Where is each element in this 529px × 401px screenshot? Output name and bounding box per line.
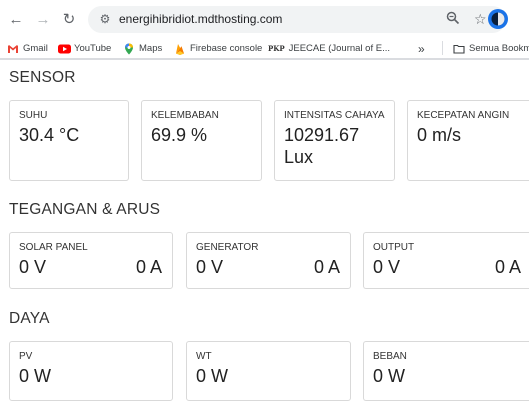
bookmark-label: Maps <box>139 43 163 54</box>
url-text[interactable]: energihibridiot.mdthosting.com <box>119 12 282 26</box>
profile-avatar-icon[interactable] <box>487 8 509 30</box>
bookmark-label: Firebase console <box>190 43 263 54</box>
card-label: BEBAN <box>373 351 407 362</box>
sensor-card-suhu: SUHU 30.4 °C <box>9 100 129 181</box>
bookmark-maps[interactable]: Maps <box>123 41 162 56</box>
card-voltage: 0 V <box>196 257 224 277</box>
back-arrow-icon[interactable]: ← <box>6 9 26 29</box>
card-label: SUHU <box>19 110 48 121</box>
card-value: 0 W <box>196 366 229 386</box>
card-label: INTENSITAS CAHAYA <box>284 110 385 121</box>
bookmark-youtube[interactable]: YouTube <box>58 41 111 56</box>
section-title-sensor: SENSOR <box>9 69 76 86</box>
section-title-daya: DAYA <box>9 310 50 327</box>
section-title-tegangan-arus: TEGANGAN & ARUS <box>9 201 161 218</box>
bookmark-label: YouTube <box>74 43 112 54</box>
card-label: KELEMBABAN <box>151 110 219 121</box>
daya-card-beban: BEBAN 0 W <box>363 341 529 401</box>
card-value: 0 W <box>373 366 406 386</box>
card-label: KECEPATAN ANGIN <box>417 110 510 121</box>
bookmark-star-icon[interactable]: ☆ <box>474 11 487 27</box>
tegangan-card-generator: GENERATOR 0 V 0 A <box>186 232 351 289</box>
daya-card-wt: WT 0 W <box>186 341 351 401</box>
bookmark-gmail[interactable]: Gmail <box>7 41 48 56</box>
sensor-card-intensitas-cahaya: INTENSITAS CAHAYA 10291.67 Lux <box>274 100 395 181</box>
card-value: 0 W <box>19 366 52 386</box>
browser-toolbar: ← → ↻ ⚙ energihibridiot.mdthosting.com ☆ <box>0 0 529 38</box>
daya-card-pv: PV 0 W <box>9 341 173 401</box>
gmail-icon <box>7 43 19 55</box>
reload-icon[interactable]: ↻ <box>59 9 79 29</box>
card-label: SOLAR PANEL <box>19 242 88 253</box>
forward-arrow-icon[interactable]: → <box>33 9 53 29</box>
card-label: OUTPUT <box>373 242 415 253</box>
bookmark-jeecae[interactable]: PKP JEECAE (Journal of E... <box>268 41 390 56</box>
card-value-line1: 10291.67 <box>284 125 360 145</box>
card-value: 30.4 °C <box>19 125 80 145</box>
sensor-card-kelembaban: KELEMBABAN 69.9 % <box>141 100 262 181</box>
maps-icon <box>123 43 135 55</box>
bookmarks-overflow-button[interactable]: » <box>418 41 425 56</box>
firebase-icon <box>174 43 186 55</box>
address-bar[interactable]: ⚙ energihibridiot.mdthosting.com ☆ <box>88 6 506 33</box>
card-current: 0 A <box>135 257 162 277</box>
card-voltage: 0 V <box>19 257 47 277</box>
bookmarks-bar: Gmail YouTube Maps Firebase console PKP … <box>0 38 529 60</box>
card-label: WT <box>196 351 212 362</box>
pkp-icon: PKP <box>268 44 285 53</box>
card-current: 0 A <box>313 257 340 277</box>
card-label: PV <box>19 351 33 362</box>
tegangan-card-solar-panel: SOLAR PANEL 0 V 0 A <box>9 232 173 289</box>
bookmark-label: Gmail <box>23 43 48 54</box>
youtube-icon <box>58 43 71 55</box>
bookmarks-divider <box>442 41 443 55</box>
card-value: 0 m/s <box>417 125 462 145</box>
site-settings-icon[interactable]: ⚙ <box>98 12 112 26</box>
tegangan-card-output: OUTPUT 0 V 0 A <box>363 232 529 289</box>
bookmark-firebase[interactable]: Firebase console <box>174 41 262 56</box>
card-current: 0 A <box>494 257 521 277</box>
card-value-line2: Lux <box>284 147 314 167</box>
bookmark-label: Semua Bookm <box>469 43 529 54</box>
card-label: GENERATOR <box>196 242 259 253</box>
card-voltage: 0 V <box>373 257 401 277</box>
folder-icon <box>453 43 465 55</box>
zoom-icon[interactable] <box>446 11 460 28</box>
bookmark-all-bookmarks[interactable]: Semua Bookm <box>453 41 529 56</box>
bookmark-label: JEECAE (Journal of E... <box>288 43 390 54</box>
sensor-card-kecepatan-angin: KECEPATAN ANGIN 0 m/s <box>407 100 529 181</box>
card-value: 69.9 % <box>151 125 208 145</box>
